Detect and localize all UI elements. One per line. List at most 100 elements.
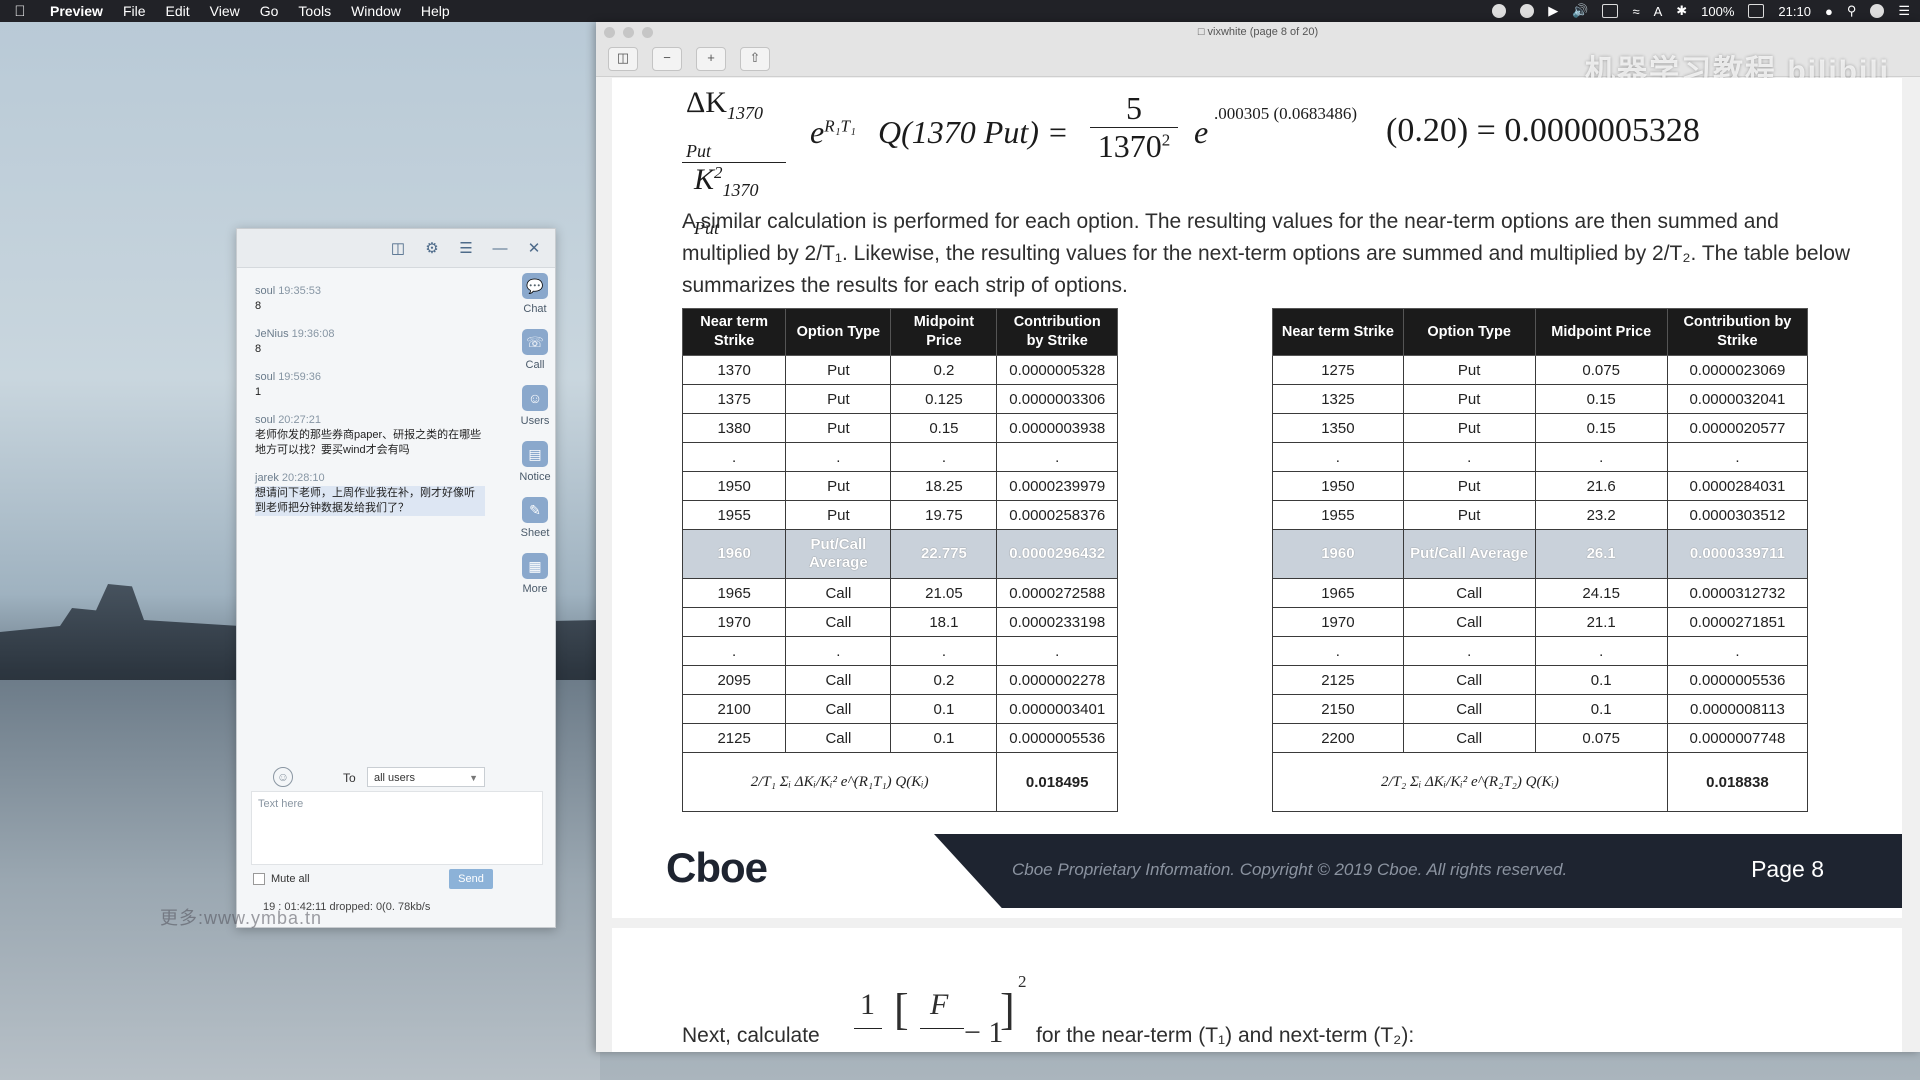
table-header-row: Near term Strike Option Type Midpoint Pr… [1272, 308, 1809, 356]
table-cell: 0.1 [890, 694, 998, 724]
battery-percent[interactable]: 100% [1701, 4, 1734, 19]
emoji-icon[interactable]: ☺ [273, 767, 293, 787]
battery-icon[interactable] [1748, 4, 1765, 18]
table-cell: 1375 [681, 384, 787, 414]
sidebar-call[interactable]: ☏ Call [515, 329, 555, 371]
table-cell: 2095 [681, 665, 787, 695]
zoom-in-icon[interactable]: + [696, 47, 726, 71]
recipient-select[interactable]: all users ▼ [367, 767, 485, 787]
menu-icon[interactable]: ☰ [457, 239, 475, 257]
more-icon: ▦ [522, 553, 548, 579]
sidebar-users[interactable]: ☺ Users [515, 385, 555, 427]
message-text: 8 [255, 343, 262, 355]
message: jarek 20:28:10 想请问下老师，上周作业我在补，刚才好像听到老师把分钟… [255, 472, 485, 516]
next-term-table: Near term Strike Option Type Midpoint Pr… [1272, 308, 1809, 812]
close-window-button[interactable] [604, 27, 615, 38]
col-strike: Near term Strike [1272, 308, 1404, 356]
next-sup2: 2 [1018, 972, 1027, 991]
table-cell: 1275 [1272, 355, 1404, 385]
minimize-window-button[interactable] [623, 27, 634, 38]
table-cell: Put/Call Average [1402, 529, 1536, 579]
sync-icon[interactable] [1520, 4, 1535, 18]
display-icon[interactable] [1602, 4, 1619, 18]
table-row: 2100 Call 0.1 0.0000003401 [681, 694, 1118, 724]
chevron-down-icon: ▼ [469, 773, 478, 783]
settings-icon[interactable]: ⚙ [423, 239, 441, 257]
table-cell: 1960 [1272, 529, 1404, 579]
play-icon[interactable]: ▶ [1548, 3, 1558, 19]
page-footer: Cboe Cboe Proprietary Information. Copyr… [612, 834, 1902, 908]
send-button[interactable]: Send [449, 869, 493, 889]
menu-edit[interactable]: Edit [156, 3, 200, 19]
table-cell: 19.75 [890, 500, 998, 530]
table-cell: 2200 [1272, 723, 1404, 753]
table-cell: 26.1 [1534, 529, 1668, 579]
sidebar-more[interactable]: ▦ More [515, 553, 555, 595]
message-text: 1 [255, 386, 262, 398]
siri-icon[interactable] [1870, 4, 1885, 18]
table-cell: 23.2 [1534, 500, 1668, 530]
apple-icon[interactable]:  [0, 3, 40, 20]
menu-window[interactable]: Window [341, 3, 411, 19]
table-cell: 21.1 [1534, 607, 1668, 637]
sidebar-label: Call [525, 359, 545, 371]
clock[interactable]: 21:10 [1778, 4, 1811, 19]
page-number: Page 8 [1751, 856, 1824, 882]
menu-tools[interactable]: Tools [288, 3, 341, 19]
table-cell: 1370 [681, 355, 787, 385]
sidebar-notice[interactable]: ▤ Notice [515, 441, 555, 483]
table-cell: 0.0000023069 [1666, 355, 1809, 385]
mute-checkbox[interactable] [253, 873, 265, 885]
wifi-icon[interactable]: ≈ [1632, 4, 1639, 19]
table-row: 1380 Put 0.15 0.0000003938 [681, 413, 1118, 443]
table-cell: 1970 [1272, 607, 1404, 637]
table-row: 1375 Put 0.125 0.0000003306 [681, 384, 1118, 414]
notification-center-icon[interactable]: ☰ [1898, 3, 1910, 19]
table-row: 1275 Put 0.075 0.0000023069 [1272, 355, 1809, 385]
table-cell: 0.0000008113 [1666, 694, 1809, 724]
close-icon[interactable]: ✕ [525, 239, 543, 257]
next-term-body: 1275 Put 0.075 0.0000023069 1325 Put 0.15 0.000… [1272, 355, 1809, 812]
table-cell: 0.0000258376 [996, 500, 1118, 530]
mute-all-toggle[interactable]: Mute all [253, 873, 310, 885]
eq-num: ΔK [686, 86, 727, 119]
menu-help[interactable]: Help [411, 3, 460, 19]
minimize-icon[interactable]: — [491, 239, 509, 257]
zoom-window-button[interactable] [642, 27, 653, 38]
user-icon[interactable]: ● [1825, 4, 1833, 19]
table-cell: . [681, 442, 787, 472]
next-prefix: Next, calculate [682, 1024, 820, 1047]
popout-icon[interactable]: ◫ [389, 239, 407, 257]
table-cell: . [1272, 442, 1404, 472]
eq-den: K [694, 163, 715, 196]
sidebar-toggle-icon[interactable]: ◫ [608, 47, 638, 71]
spotlight-icon[interactable]: ⚲ [1847, 3, 1857, 19]
table-cell: 1960 [681, 529, 787, 579]
menu-go[interactable]: Go [250, 3, 289, 19]
message-text: 8 [255, 300, 262, 312]
table-row: 1955 Put 19.75 0.0000258376 [681, 500, 1118, 530]
message-author: soul [255, 414, 276, 426]
menu-file[interactable]: File [113, 3, 156, 19]
fraction-bar [854, 1028, 882, 1029]
volume-icon[interactable]: 🔊 [1572, 3, 1588, 19]
message-author: JeNius [255, 328, 289, 340]
menu-app[interactable]: Preview [40, 3, 113, 19]
bluetooth-icon[interactable]: ✱ [1676, 3, 1687, 19]
cloud-icon[interactable] [1492, 4, 1507, 18]
input-source-icon[interactable]: A [1654, 4, 1663, 19]
five-fraction: 5 13702 [1090, 90, 1178, 165]
menu-view[interactable]: View [200, 3, 250, 19]
table-cell: 0.2 [890, 355, 998, 385]
message-input[interactable]: Text here [251, 791, 543, 865]
table-cell: 1955 [681, 500, 787, 530]
share-icon[interactable]: ⇧ [740, 47, 770, 71]
message-time: 19:35:53 [278, 285, 322, 297]
sidebar-sheet[interactable]: ✎ Sheet [515, 497, 555, 539]
table-row: 1325 Put 0.15 0.0000032041 [1272, 384, 1809, 414]
sidebar-chat[interactable]: 💬 Chat [515, 273, 555, 315]
message: soul 19:35:53 8 [255, 285, 485, 314]
zoom-out-icon[interactable]: − [652, 47, 682, 71]
eq-five: 5 [1126, 90, 1142, 126]
col-option-type: Option Type [1402, 308, 1536, 356]
